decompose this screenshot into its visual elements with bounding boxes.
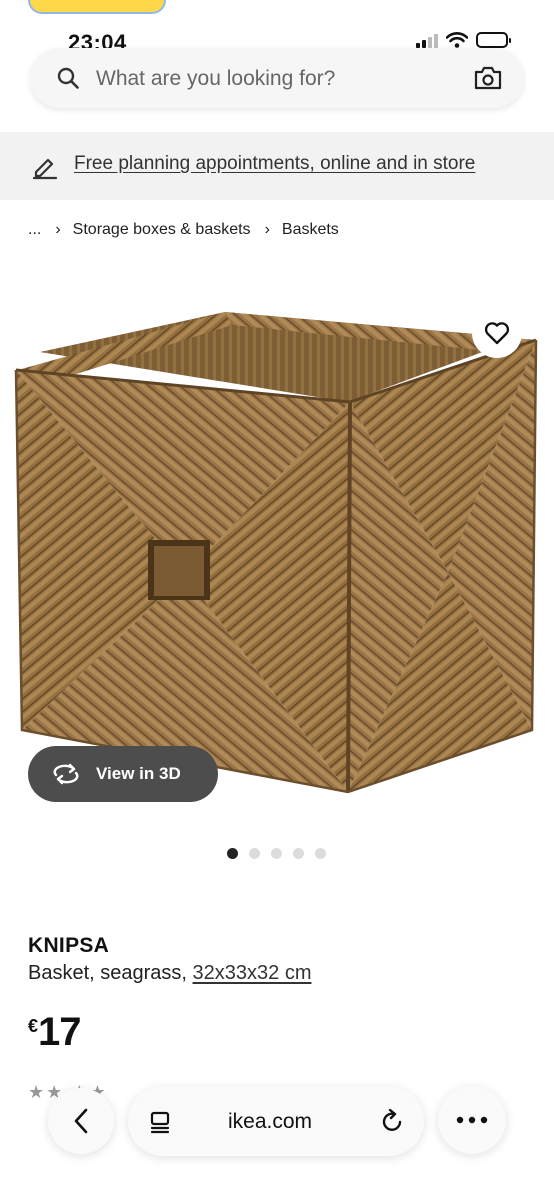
- tab-overview-icon[interactable]: [148, 1110, 172, 1134]
- gallery-dot[interactable]: [293, 848, 304, 859]
- view-in-3d-label: View in 3D: [96, 764, 181, 783]
- product-image[interactable]: [0, 290, 554, 820]
- favorite-button[interactable]: [472, 308, 522, 358]
- gallery-dot[interactable]: [315, 848, 326, 859]
- search-input[interactable]: What are you looking for?: [96, 67, 335, 91]
- view-in-3d-button[interactable]: View in 3D: [28, 746, 218, 802]
- gallery-pagination: [227, 848, 326, 859]
- wifi-icon: [446, 32, 468, 48]
- planning-link[interactable]: Free planning appointments, online and i…: [74, 153, 475, 175]
- chevron-right-icon: ›: [264, 221, 270, 238]
- product-price: € 17: [28, 1010, 82, 1055]
- breadcrumb-storage-boxes[interactable]: Storage boxes & baskets: [73, 221, 251, 239]
- search-icon: [57, 67, 79, 89]
- product-description: Basket, seagrass, 32x33x32 cm: [28, 962, 312, 985]
- chevron-left-icon: [74, 1108, 88, 1134]
- product-name: KNIPSA: [28, 934, 110, 957]
- battery-icon: [476, 32, 511, 48]
- browser-toolbar: ikea.com: [0, 1082, 554, 1158]
- breadcrumb-ellipsis[interactable]: ...: [28, 221, 41, 239]
- rotate-3d-icon: [53, 763, 79, 785]
- product-type: Basket, seagrass,: [28, 962, 187, 984]
- reload-icon[interactable]: [380, 1109, 404, 1133]
- url-text[interactable]: ikea.com: [228, 1110, 312, 1134]
- app-banner-strip: [28, 0, 166, 14]
- heart-icon: [484, 322, 510, 345]
- planning-banner[interactable]: Free planning appointments, online and i…: [0, 132, 554, 200]
- gallery-dot[interactable]: [271, 848, 282, 859]
- price-value: 17: [38, 1010, 81, 1054]
- chevron-right-icon: ›: [55, 221, 61, 238]
- search-bar[interactable]: What are you looking for?: [30, 48, 524, 108]
- signal-icon: [416, 32, 438, 48]
- status-icons: [416, 32, 511, 48]
- product-dimensions-link[interactable]: 32x33x32 cm: [193, 962, 312, 984]
- back-button[interactable]: [48, 1088, 114, 1154]
- camera-search-icon[interactable]: [474, 65, 502, 91]
- breadcrumb-baskets[interactable]: Baskets: [282, 221, 339, 239]
- gallery-dot[interactable]: [249, 848, 260, 859]
- address-bar[interactable]: ikea.com: [128, 1086, 424, 1156]
- price-currency: €: [28, 1016, 39, 1036]
- pencil-icon: [32, 158, 58, 180]
- more-options-button[interactable]: [438, 1086, 506, 1154]
- more-dots-icon: [456, 1116, 488, 1124]
- gallery-dot[interactable]: [227, 848, 238, 859]
- breadcrumb: ... › Storage boxes & baskets › Baskets: [28, 221, 339, 239]
